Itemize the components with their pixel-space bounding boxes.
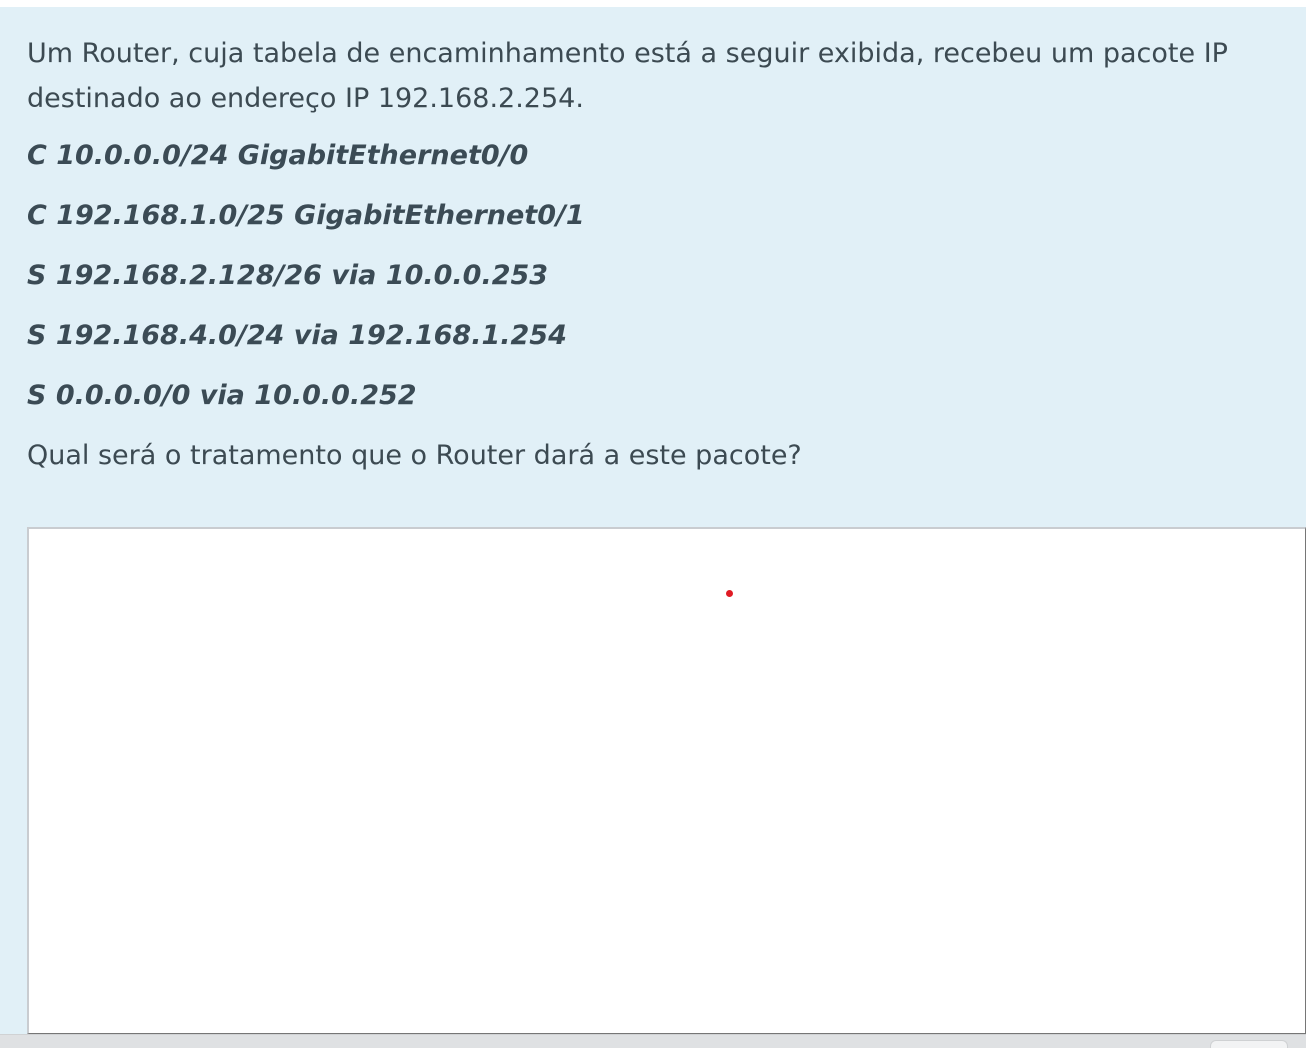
routing-table-entry: C 10.0.0.0/24 GigabitEthernet0/0 [27, 140, 529, 171]
routing-table-entry: S 192.168.2.128/26 via 10.0.0.253 [27, 260, 549, 291]
question-text: Um Router, cuja tabela de encaminhamento… [27, 38, 1228, 114]
question-prompt: Qual será o tratamento que o Router dará… [27, 440, 802, 471]
routing-table-entry: S 192.168.4.0/24 via 192.168.1.254 [27, 320, 567, 351]
routing-table-entry: C 192.168.1.0/25 GigabitEthernet0/1 [27, 200, 585, 231]
mouse-cursor-dot [726, 590, 733, 597]
bottom-corner-button[interactable] [1210, 1040, 1288, 1048]
bottom-toolbar [0, 1034, 1306, 1048]
answer-textarea[interactable] [27, 527, 1306, 1034]
routing-table-entry: S 0.0.0.0/0 via 10.0.0.252 [27, 380, 417, 411]
top-strip [0, 0, 1306, 7]
